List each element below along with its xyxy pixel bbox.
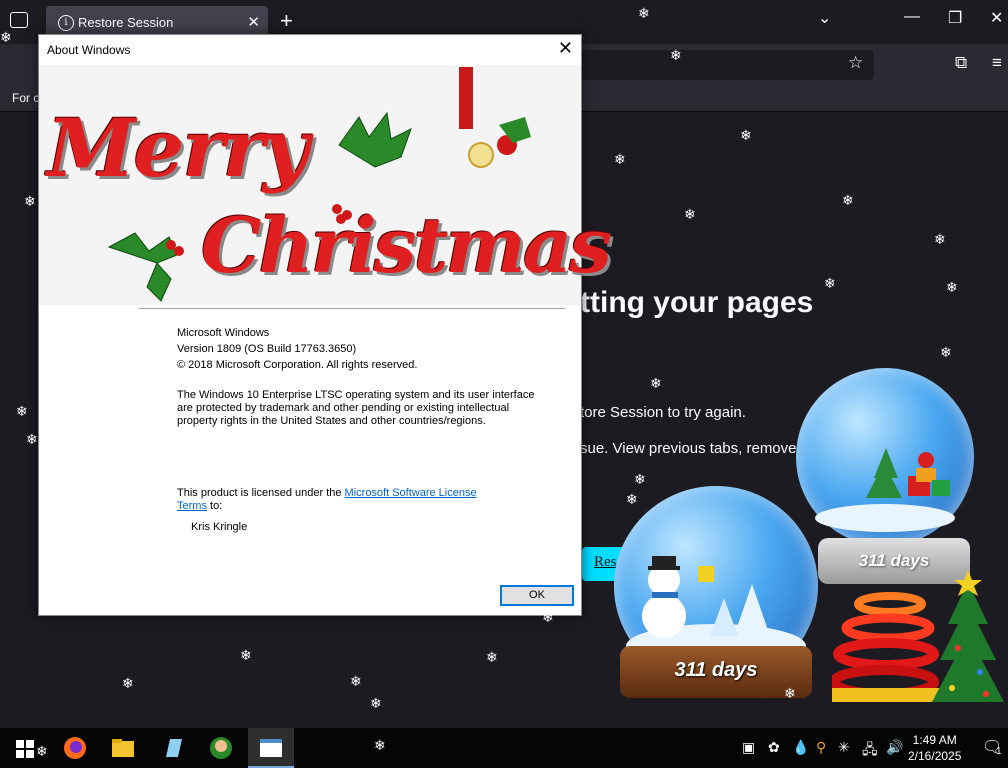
snowflake-icon: ❄	[934, 231, 946, 247]
snowflake-icon: ❄	[634, 471, 646, 487]
page-text-2: sue. View previous tabs, remove	[580, 440, 797, 457]
dialog-divider	[139, 308, 565, 309]
license-prefix: This product is licensed under the	[177, 487, 345, 499]
desktop: i Restore Session ✕ + ⌄ — ❐ ✕ ← ☆ ⧉ ≡ Fo…	[0, 0, 1008, 768]
snowflake-icon: ❄	[370, 695, 382, 711]
christmas-tree-image	[932, 570, 1004, 702]
bookmark-item[interactable]: For c	[12, 91, 39, 105]
banner-line-christmas: Christmas	[201, 201, 612, 290]
license-line-1: This product is licensed under the Micro…	[177, 487, 477, 500]
snowflake-icon: ❄	[614, 151, 626, 167]
snowflake-icon: ❄	[486, 649, 498, 665]
light-spiral-image	[832, 592, 942, 702]
windows-start-icon[interactable]	[16, 740, 34, 758]
snowflake-icon: ❄	[16, 403, 28, 419]
snowflake-icon: ❄	[940, 344, 952, 360]
chevron-down-icon[interactable]: ⌄	[818, 8, 831, 28]
dialog-title: About Windows	[47, 43, 131, 57]
ok-button[interactable]: OK	[500, 585, 574, 606]
gifts-icon	[815, 448, 955, 532]
character-app-icon[interactable]	[208, 735, 234, 761]
url-bar[interactable]	[540, 50, 874, 80]
snowflake-icon: ❄	[842, 192, 854, 208]
snowflake-icon: ❄	[0, 29, 12, 45]
snowflake-icon: ❄	[542, 609, 554, 625]
snowflake-icon: ❄	[350, 673, 362, 689]
close-window-button[interactable]: ✕	[990, 8, 1003, 28]
close-tab-icon[interactable]: ✕	[247, 13, 260, 31]
app-icon[interactable]	[160, 735, 186, 761]
legal-text-3: property rights in the United States and…	[177, 415, 486, 427]
search-icon[interactable]: ⚲	[816, 739, 826, 756]
copyright-text: © 2018 Microsoft Corporation. All rights…	[177, 359, 418, 371]
taskbar: ▣ ✿ 💧 ⚲ ✳ 🖧 🔊 1:49 AM 2/16/2025 🗨 1	[0, 728, 1008, 768]
license-line-2: Terms to:	[177, 500, 222, 513]
extensions-icon[interactable]: ⧉	[955, 53, 967, 73]
snowflake-icon: ❄	[36, 743, 48, 759]
version-text: Version 1809 (OS Build 17763.3650)	[177, 343, 357, 355]
firefox-icon[interactable]	[62, 735, 88, 761]
snowflake-icon: ❄	[824, 275, 836, 291]
snowflake-icon: ❄	[374, 737, 386, 753]
tab-label: Restore Session	[78, 15, 174, 30]
notification-count: 1	[996, 746, 1002, 757]
license-terms-link[interactable]: Microsoft Software License	[345, 487, 477, 499]
snowflake-icon: ❄	[638, 5, 650, 21]
tray-snowflake-icon[interactable]: ✳	[838, 739, 850, 756]
snowflake-icon: ❄	[122, 675, 134, 691]
legal-text-1: The Windows 10 Enterprise LTSC operating…	[177, 389, 535, 401]
snowflake-icon: ❄	[684, 206, 696, 222]
clock-date: 2/16/2025	[908, 749, 962, 763]
snowflake-icon: ❄	[650, 375, 662, 391]
restore-window-button[interactable]: ❐	[948, 8, 962, 28]
page-heading: tting your pages	[580, 286, 814, 319]
snowflake-icon: ❄	[784, 685, 796, 701]
bookmark-star-icon[interactable]: ☆	[848, 53, 863, 73]
tray-drop-icon[interactable]: 💧	[792, 739, 809, 756]
tray-holiday-icon[interactable]: ✿	[768, 739, 780, 756]
menu-icon[interactable]: ≡	[992, 53, 1002, 73]
list-all-tabs-icon[interactable]	[10, 12, 28, 28]
snowflake-icon: ❄	[740, 127, 752, 143]
snowflake-icon: ❄	[24, 193, 36, 209]
network-icon[interactable]: 🖧	[862, 739, 878, 763]
about-windows-dialog: About Windows ✕ Merry Christmas Microsof…	[38, 34, 612, 616]
tray-app-icon[interactable]: ▣	[742, 739, 755, 756]
banner-line-merry: Merry	[47, 101, 309, 195]
snowflake-icon: ❄	[240, 647, 252, 663]
info-icon: i	[58, 15, 74, 31]
new-tab-button[interactable]: +	[280, 10, 293, 32]
legal-text-2: are protected by trademark and other pen…	[177, 402, 510, 414]
clock[interactable]: 1:49 AM 2/16/2025	[908, 732, 961, 764]
dialog-close-button[interactable]: ✕	[558, 38, 573, 59]
snowflake-icon: ❄	[26, 431, 38, 447]
page-text-1: tore Session to try again.	[580, 404, 746, 421]
license-suffix: to:	[206, 500, 223, 512]
minimize-button[interactable]: —	[904, 8, 920, 26]
snowflake-icon: ❄	[626, 491, 638, 507]
merry-christmas-banner: Merry Christmas	[39, 65, 612, 305]
license-terms-link-2[interactable]: Terms	[177, 500, 207, 512]
snowflake-icon: ❄	[946, 279, 958, 295]
clock-time: 1:49 AM	[912, 733, 957, 747]
volume-icon[interactable]: 🔊	[886, 739, 903, 756]
dialog-window-icon[interactable]	[258, 735, 284, 761]
licensee-name: Kris Kringle	[191, 521, 248, 533]
file-explorer-icon[interactable]	[110, 735, 136, 761]
product-name: Microsoft Windows	[177, 327, 270, 339]
snow-globe-right-image	[796, 368, 974, 546]
snowflake-icon: ❄	[670, 47, 682, 63]
